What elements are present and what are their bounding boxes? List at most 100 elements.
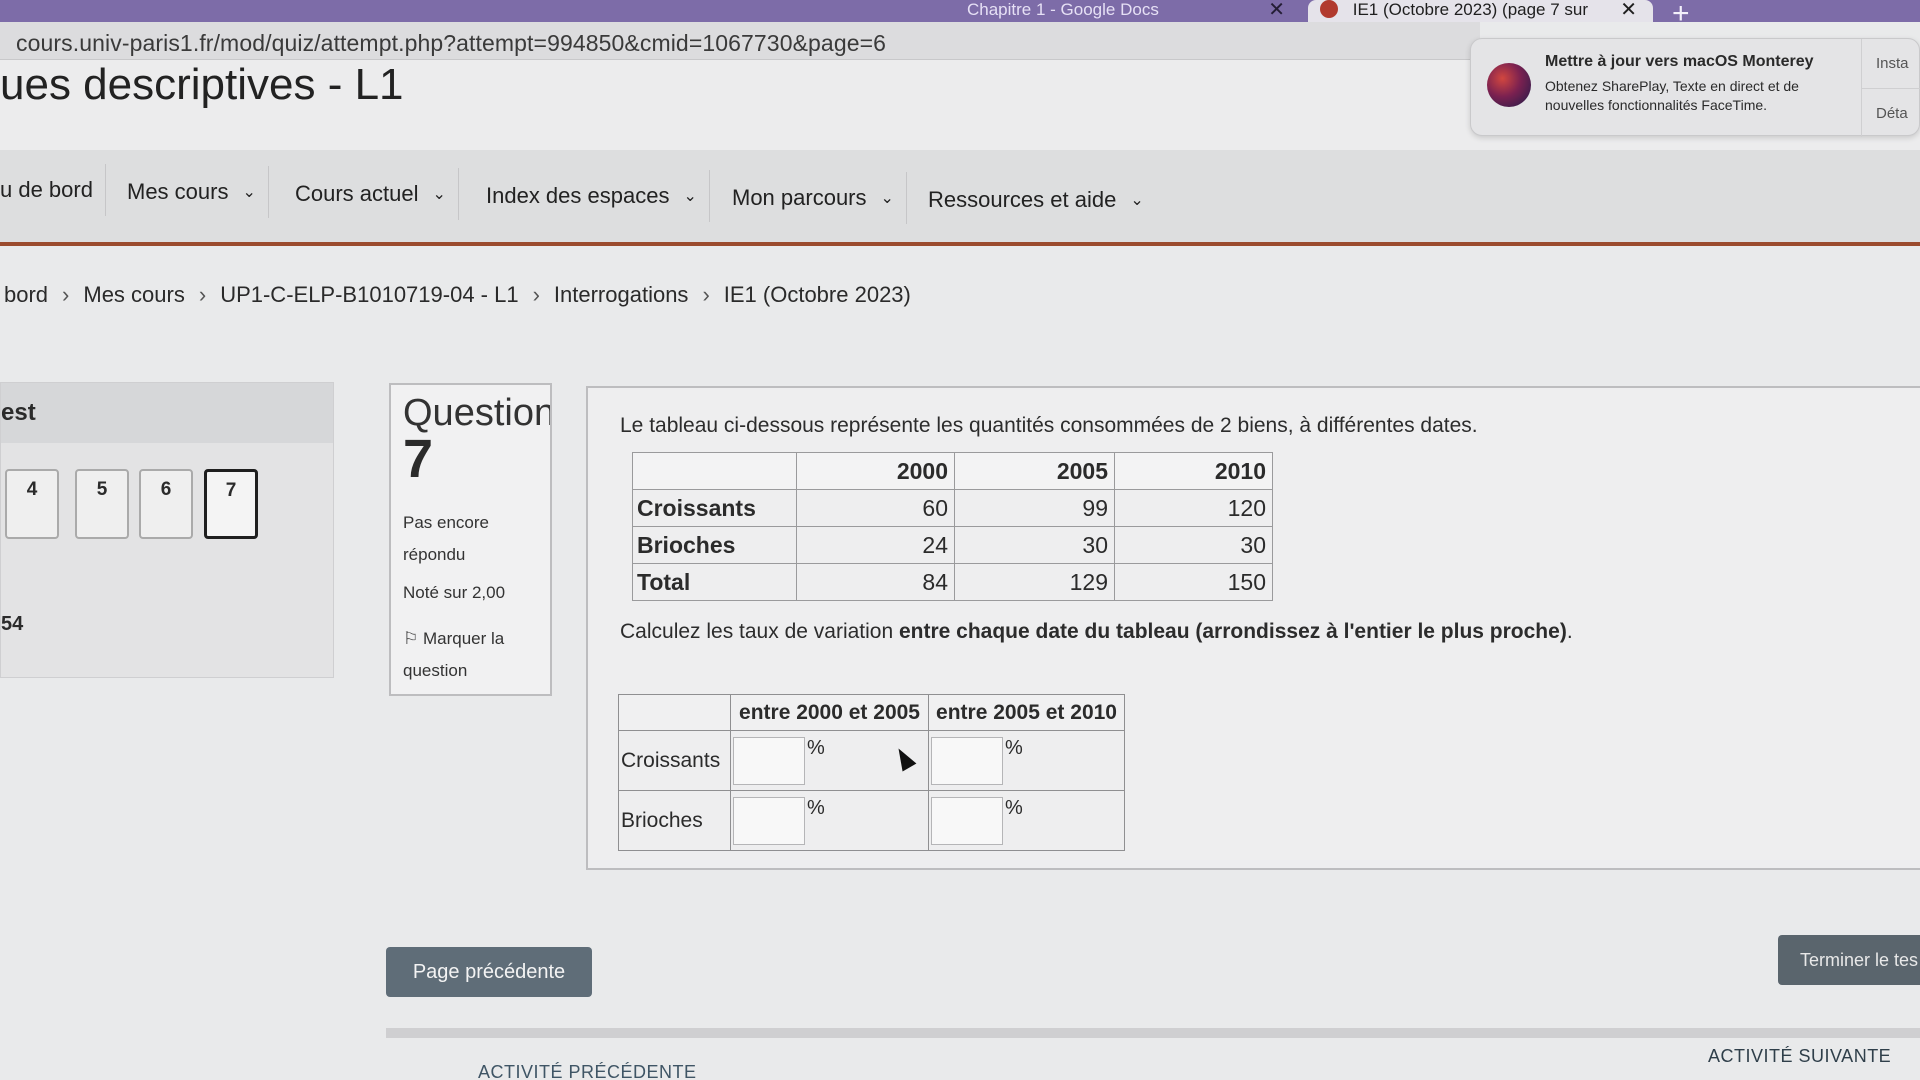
main-nav: u de bord Mes cours ⌄ Cours actuel ⌄ Index… — [0, 150, 1920, 246]
question-nav-button[interactable]: 5 — [75, 469, 129, 539]
table-row: Croissants 60 99 120 — [632, 489, 1273, 527]
answer-input-croissants-2005-2010[interactable] — [931, 736, 1003, 785]
question-number: 7 — [403, 429, 434, 489]
close-icon[interactable]: ✕ — [1620, 0, 1637, 20]
install-button[interactable]: Insta — [1862, 39, 1920, 88]
tab-label: Chapitre 1 - Google Docs — [967, 0, 1159, 19]
table-cell: 150 — [1114, 563, 1273, 601]
nav-label: Index des espaces — [486, 183, 670, 208]
question-nav-button-current[interactable]: 7 — [204, 469, 258, 539]
address-bar[interactable]: cours.univ-paris1.fr/mod/quiz/attempt.ph… — [0, 22, 1480, 60]
table-cell: 129 — [954, 563, 1115, 601]
data-table: 2000 2005 2010 Croissants 60 99 120 Brio… — [632, 452, 1273, 601]
row-label: Croissants — [618, 730, 731, 791]
close-icon[interactable]: ✕ — [1268, 0, 1285, 20]
new-tab-button[interactable]: + — [1672, 0, 1690, 31]
table-header-cell: 2010 — [1114, 452, 1273, 490]
question-state: Pas encore répondu — [403, 513, 489, 564]
question-info: Question 7 Pas encore répondu Noté sur 2… — [389, 383, 552, 696]
tab-quiz[interactable]: IE1 (Octobre 2023) (page 7 sur ✕ — [1308, 0, 1653, 22]
page-title: ues descriptives - L1 — [0, 60, 404, 109]
nav-label: Cours actuel — [295, 181, 419, 206]
divider — [386, 1028, 1920, 1038]
answer-input-brioches-2005-2010[interactable] — [931, 796, 1003, 845]
table-header-cell: entre 2005 et 2010 — [928, 694, 1125, 731]
table-cell: 120 — [1114, 489, 1273, 527]
quiz-navigation-title: est — [1, 383, 333, 443]
answer-cell: % — [730, 790, 929, 851]
nav-label: Ressources et aide — [928, 187, 1117, 212]
breadcrumb-item-dashboard[interactable]: bord — [4, 282, 48, 307]
table-cell: 99 — [954, 489, 1115, 527]
update-notification[interactable]: Mettre à jour vers macOS Monterey Obtene… — [1470, 38, 1920, 137]
row-label: Total — [632, 563, 797, 601]
breadcrumb-item-mes-cours[interactable]: Mes cours — [83, 282, 184, 307]
nav-item-index-des-espaces[interactable]: Index des espaces ⌄ — [474, 170, 710, 222]
chevron-right-icon: › — [702, 282, 710, 307]
answer-cell: % — [928, 730, 1125, 791]
table-cell: 30 — [1114, 526, 1273, 564]
table-cell: 24 — [796, 526, 955, 564]
chevron-down-icon: ⌄ — [242, 184, 256, 201]
breadcrumb-item-quiz[interactable]: IE1 (Octobre 2023) — [724, 282, 911, 307]
instruction-text: Calculez les taux de variation — [620, 620, 899, 643]
table-cell: 60 — [796, 489, 955, 527]
previous-page-button[interactable]: Page précédente — [386, 947, 592, 997]
nav-label: u de bord — [0, 177, 93, 202]
instruction-bold-text: entre chaque date du tableau (arrondisse… — [898, 620, 1567, 643]
nav-item-mes-cours[interactable]: Mes cours ⌄ — [115, 166, 269, 218]
timer-text: 54 — [1, 613, 24, 635]
flag-icon: ⚐ — [403, 629, 419, 648]
table-header-cell — [618, 694, 731, 731]
chevron-right-icon: › — [62, 282, 70, 307]
nav-item-ressources-et-aide[interactable]: Ressources et aide ⌄ — [916, 174, 1156, 226]
table-row: Brioches % % — [618, 790, 1125, 851]
answer-input-brioches-2000-2005[interactable] — [733, 796, 805, 845]
table-header-cell: 2000 — [796, 452, 955, 490]
breadcrumb-item-interrogations[interactable]: Interrogations — [554, 282, 689, 307]
tab-google-docs[interactable]: Chapitre 1 - Google Docs ✕ — [955, 0, 1285, 22]
notification-title: Mettre à jour vers macOS Monterey — [1545, 53, 1814, 70]
question-nav-button[interactable]: 6 — [139, 469, 193, 539]
chevron-down-icon: ⌄ — [880, 190, 894, 207]
table-row: Croissants % % — [618, 730, 1125, 791]
answer-input-croissants-2000-2005[interactable] — [733, 736, 805, 785]
table-row: Total 84 129 150 — [632, 563, 1273, 601]
nav-item-mon-parcours[interactable]: Mon parcours ⌄ — [720, 172, 907, 224]
chevron-down-icon: ⌄ — [432, 186, 446, 203]
quiz-navigation-block: est 4 5 6 7 54 — [0, 382, 334, 678]
moodle-favicon-icon — [1320, 0, 1338, 18]
table-header-cell — [632, 452, 797, 490]
table-cell: 84 — [796, 563, 955, 601]
answer-cell: % — [928, 790, 1125, 851]
breadcrumb-item-course[interactable]: UP1-C-ELP-B1010719-04 - L1 — [220, 282, 518, 307]
nav-item-cours-actuel[interactable]: Cours actuel ⌄ — [283, 168, 459, 220]
question-grade: Noté sur 2,00 — [403, 583, 506, 602]
details-button[interactable]: Déta — [1862, 88, 1920, 137]
finish-attempt-button[interactable]: Terminer le tes — [1778, 935, 1920, 985]
nav-item-dashboard[interactable]: u de bord — [0, 164, 106, 216]
table-header-row: 2000 2005 2010 — [632, 452, 1273, 490]
table-header-cell: 2005 — [954, 452, 1115, 490]
nav-label: Mon parcours — [732, 185, 867, 210]
chevron-down-icon: ⌄ — [683, 188, 697, 205]
question-intro: Le tableau ci-dessous représente les qua… — [620, 414, 1478, 437]
row-label: Brioches — [632, 526, 797, 564]
notification-body: Obtenez SharePlay, Texte en direct et de… — [1545, 78, 1799, 113]
next-activity-link[interactable]: ACTIVITÉ SUIVANTE — [1708, 1046, 1891, 1067]
percent-unit: % — [1005, 736, 1023, 759]
row-label: Croissants — [632, 489, 797, 527]
percent-unit: % — [807, 736, 825, 759]
table-cell: 30 — [954, 526, 1115, 564]
nav-label: Mes cours — [127, 179, 229, 204]
chevron-right-icon: › — [532, 282, 540, 307]
browser-tab-bar: Chapitre 1 - Google Docs ✕ IE1 (Octobre … — [0, 0, 1920, 30]
flag-question-link[interactable]: ⚐ Marquer la question — [403, 623, 538, 687]
question-nav-button[interactable]: 4 — [5, 469, 59, 539]
previous-activity-link[interactable]: ACTIVITÉ PRÉCÉDENTE — [478, 1062, 697, 1080]
instruction-suffix: . — [1566, 620, 1573, 643]
macos-monterey-icon — [1487, 63, 1531, 107]
percent-unit: % — [807, 796, 825, 819]
percent-unit: % — [1005, 796, 1023, 819]
tab-label: IE1 (Octobre 2023) (page 7 sur — [1352, 0, 1589, 19]
